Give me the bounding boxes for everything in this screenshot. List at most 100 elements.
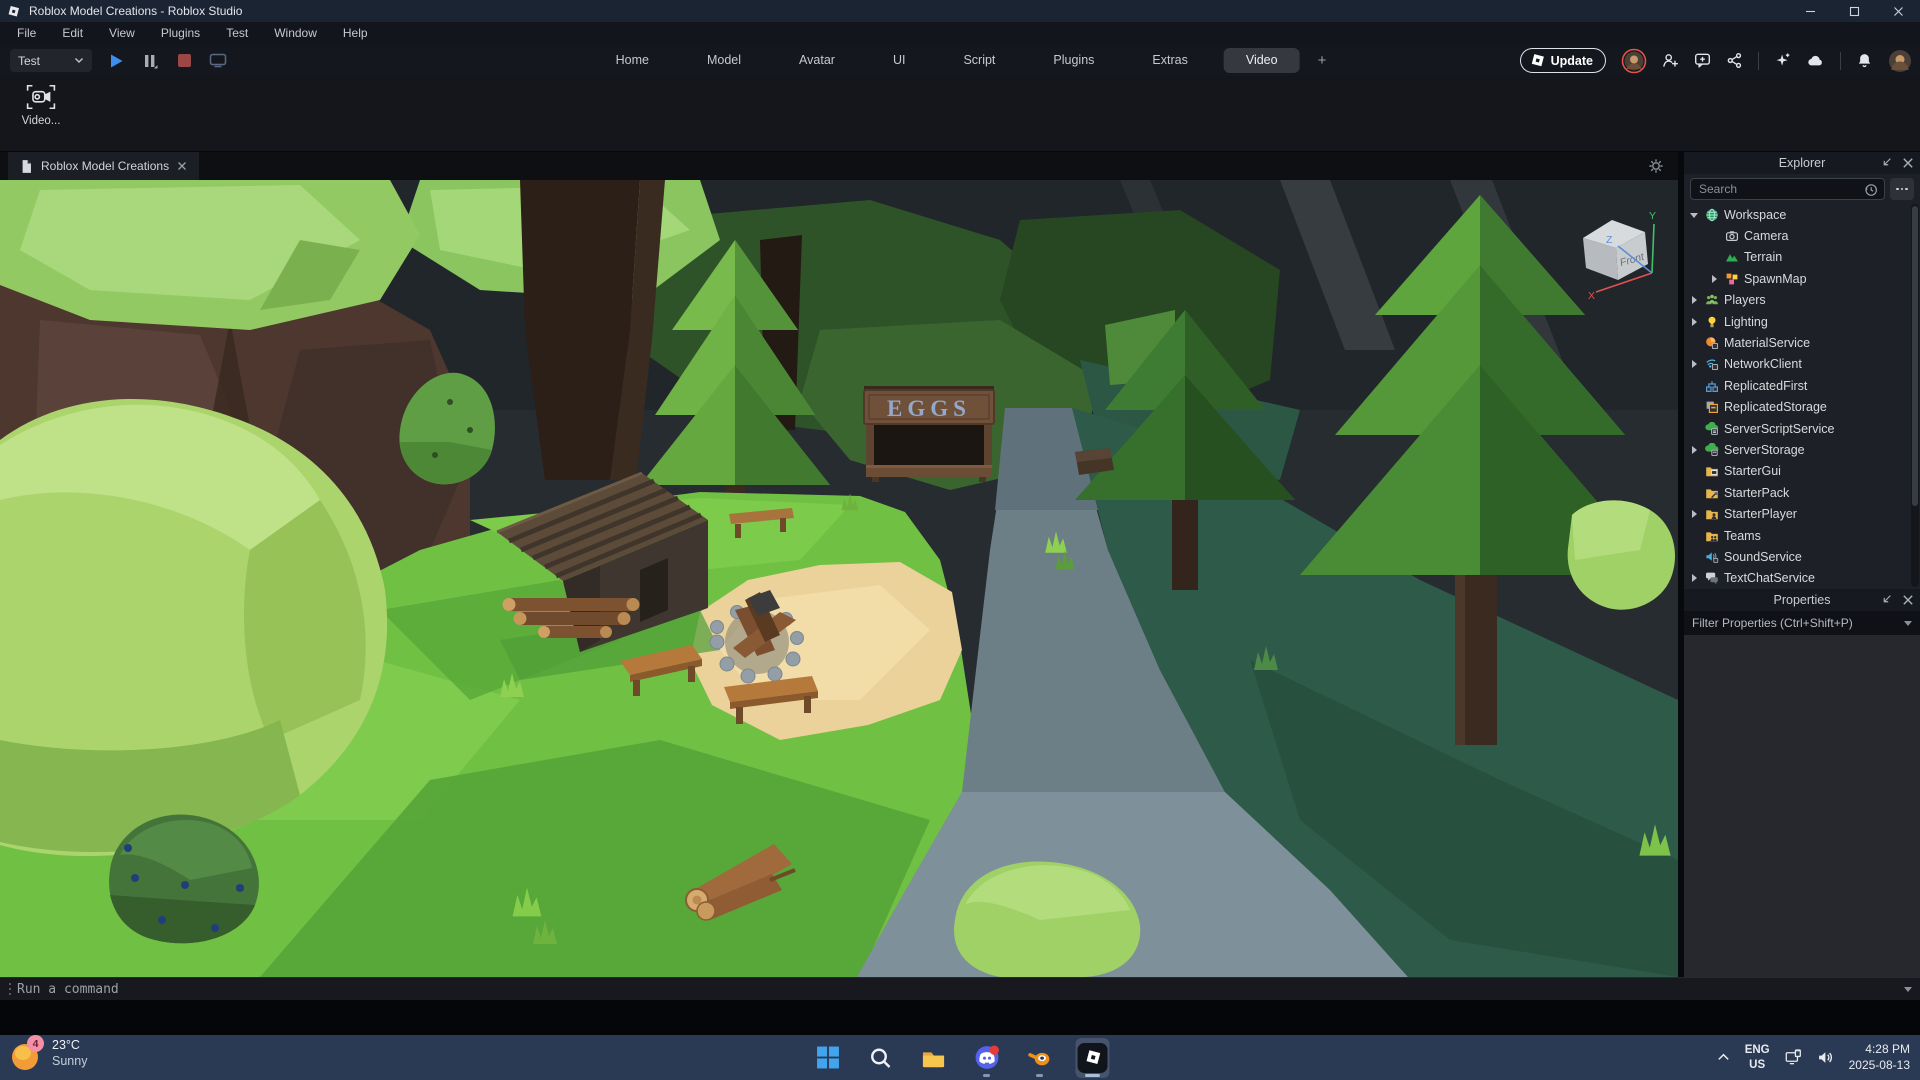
explorer-item-label: SoundService	[1724, 550, 1802, 564]
explorer-more-options-button[interactable]	[1890, 178, 1914, 200]
filter-properties-input[interactable]	[1692, 616, 1904, 630]
close-icon[interactable]	[1902, 157, 1914, 169]
arrow-spacer	[1688, 551, 1700, 563]
start-button[interactable]	[811, 1038, 845, 1078]
history-icon[interactable]	[1863, 182, 1879, 198]
user-avatar-button[interactable]	[1888, 49, 1912, 73]
explorer-item-lighting[interactable]: Lighting	[1684, 311, 1910, 332]
weather-widget[interactable]: 4 23°C Sunny	[10, 1038, 87, 1070]
video-capture-button[interactable]: Video...	[12, 84, 70, 127]
expand-arrow-icon[interactable]	[1688, 572, 1700, 584]
update-button[interactable]: Update	[1520, 48, 1606, 73]
region-code: US	[1749, 1058, 1765, 1072]
stop-button[interactable]	[174, 51, 194, 71]
players-icon	[1705, 293, 1719, 307]
tab-plugins[interactable]: Plugins	[1031, 48, 1116, 73]
explorer-item-players[interactable]: Players	[1684, 290, 1910, 311]
explorer-item-teams[interactable]: Teams	[1684, 525, 1910, 546]
explorer-item-replicatedfirst[interactable]: ReplicatedFirst	[1684, 375, 1910, 396]
explorer-item-networkclient[interactable]: NetworkClient	[1684, 354, 1910, 375]
file-explorer-button[interactable]	[917, 1038, 951, 1078]
ai-assistant-button[interactable]	[1774, 52, 1791, 69]
viewport-settings-button[interactable]	[1648, 158, 1664, 179]
language-indicator[interactable]: ENG US	[1745, 1043, 1770, 1072]
test-mode-dropdown[interactable]: Test	[10, 49, 92, 72]
viewport-3d-scene[interactable]: EGGS	[0, 180, 1678, 977]
explorer-item-startergui[interactable]: StarterGui	[1684, 461, 1910, 482]
explorer-item-camera[interactable]: Camera	[1684, 225, 1910, 246]
pause-button[interactable]	[140, 51, 160, 71]
volume-button[interactable]	[1817, 1049, 1835, 1066]
explorer-item-terrain[interactable]: Terrain	[1684, 247, 1910, 268]
command-input[interactable]	[17, 982, 1904, 997]
expand-arrow-icon[interactable]	[1688, 316, 1700, 328]
explorer-item-textchatservice[interactable]: TextChatService	[1684, 568, 1910, 589]
explorer-item-serverscriptservice[interactable]: ServerScriptService	[1684, 418, 1910, 439]
taskbar-clock[interactable]: 4:28 PM 2025-08-13	[1849, 1042, 1910, 1073]
network-button[interactable]	[1784, 1049, 1803, 1066]
document-tab[interactable]: Roblox Model Creations	[8, 152, 199, 180]
close-button[interactable]	[1876, 0, 1920, 22]
drag-handle-icon[interactable]	[3, 983, 17, 996]
maximize-button[interactable]	[1832, 0, 1876, 22]
expand-arrow-icon[interactable]	[1688, 294, 1700, 306]
menu-edit[interactable]: Edit	[49, 22, 96, 45]
expand-arrow-icon[interactable]	[1688, 209, 1700, 221]
blender-button[interactable]	[1023, 1038, 1057, 1078]
explorer-item-spawnmap[interactable]: SpawnMap	[1684, 268, 1910, 289]
explorer-search-input[interactable]	[1691, 179, 1884, 199]
command-bar-expand-icon[interactable]	[1904, 987, 1912, 992]
cloud-sync-button[interactable]	[1806, 53, 1825, 69]
close-icon[interactable]	[177, 161, 187, 171]
menu-help[interactable]: Help	[330, 22, 381, 45]
menu-file[interactable]: File	[4, 22, 49, 45]
tab-video[interactable]: Video	[1224, 48, 1300, 73]
filter-dropdown-icon[interactable]	[1904, 621, 1912, 626]
ribbon-tabs: Home Model Avatar UI Script Plugins Extras Vide…	[594, 48, 1300, 73]
dock-icon[interactable]	[1879, 593, 1893, 607]
notifications-bell-icon	[1856, 52, 1873, 69]
tab-ui[interactable]: UI	[871, 48, 928, 73]
menu-test[interactable]: Test	[213, 22, 261, 45]
tab-extras[interactable]: Extras	[1130, 48, 1209, 73]
tab-model[interactable]: Model	[685, 48, 763, 73]
feedback-button[interactable]	[1694, 52, 1711, 69]
explorer-item-materialservice[interactable]: MaterialService	[1684, 332, 1910, 353]
taskbar-search-button[interactable]	[864, 1038, 898, 1078]
close-icon[interactable]	[1902, 594, 1914, 606]
discord-button[interactable]	[970, 1038, 1004, 1078]
tray-expand-button[interactable]	[1716, 1050, 1731, 1065]
document-tab-label: Roblox Model Creations	[41, 159, 169, 173]
menu-window[interactable]: Window	[261, 22, 330, 45]
play-button[interactable]	[106, 51, 126, 71]
minimize-button[interactable]	[1788, 0, 1832, 22]
avatar-live-button[interactable]	[1621, 48, 1647, 74]
tab-avatar[interactable]: Avatar	[777, 48, 857, 73]
stop-icon	[178, 54, 191, 67]
share-button[interactable]	[1726, 52, 1743, 69]
screen-device-button[interactable]	[208, 51, 228, 71]
tab-script[interactable]: Script	[941, 48, 1017, 73]
expand-arrow-icon[interactable]	[1688, 508, 1700, 520]
eggs-stand[interactable]: EGGS	[864, 386, 994, 482]
roblox-studio-button[interactable]	[1076, 1038, 1110, 1078]
active-indicator	[1085, 1074, 1100, 1077]
expand-arrow-icon[interactable]	[1708, 273, 1720, 285]
explorer-item-replicatedstorage[interactable]: ReplicatedStorage	[1684, 397, 1910, 418]
expand-arrow-icon[interactable]	[1688, 358, 1700, 370]
notifications-button[interactable]	[1856, 52, 1873, 69]
expand-arrow-icon[interactable]	[1688, 444, 1700, 456]
tab-home[interactable]: Home	[594, 48, 671, 73]
explorer-item-soundservice[interactable]: SoundService	[1684, 546, 1910, 567]
explorer-item-serverstorage[interactable]: ServerStorage	[1684, 439, 1910, 460]
explorer-item-starterpack[interactable]: StarterPack	[1684, 482, 1910, 503]
explorer-item-starterplayer[interactable]: StarterPlayer	[1684, 503, 1910, 524]
menu-view[interactable]: View	[96, 22, 148, 45]
explorer-item-workspace[interactable]: Workspace	[1684, 204, 1910, 225]
dock-icon[interactable]	[1879, 156, 1893, 170]
explorer-scrollbar[interactable]	[1911, 204, 1919, 587]
speaker-icon	[1817, 1049, 1835, 1066]
add-person-button[interactable]	[1662, 52, 1679, 69]
menu-plugins[interactable]: Plugins	[148, 22, 213, 45]
new-tab-button[interactable]: +	[1318, 52, 1327, 69]
